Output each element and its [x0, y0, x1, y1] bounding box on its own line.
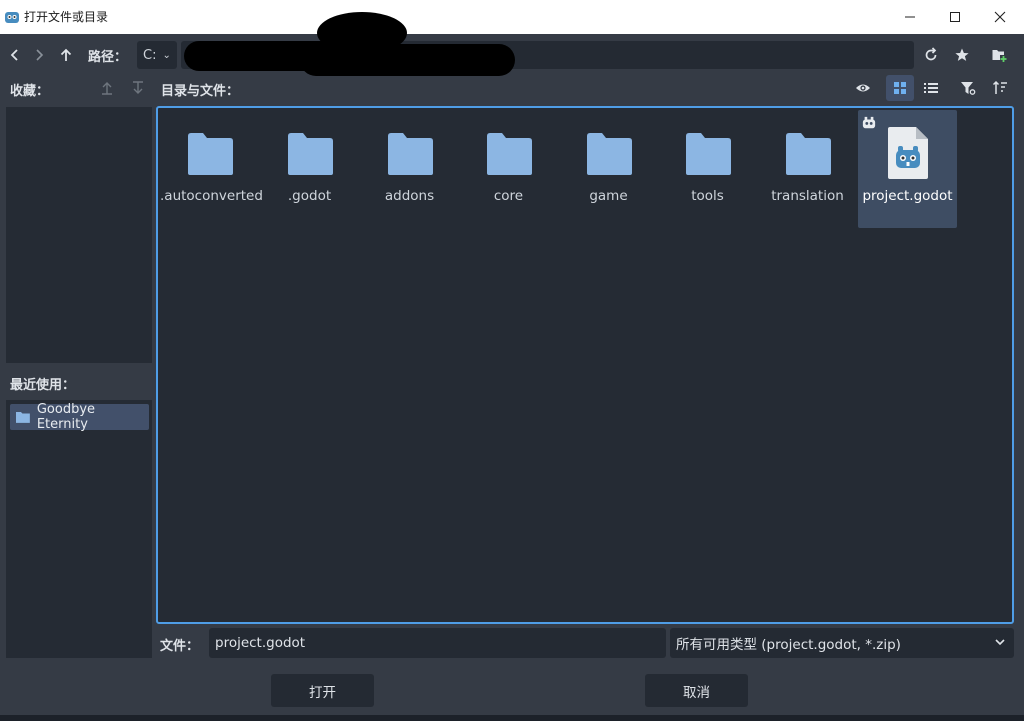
file-name: addons — [384, 188, 435, 204]
file-name: core — [493, 188, 524, 204]
list-view-button[interactable] — [922, 79, 940, 97]
file-name: translation — [771, 188, 844, 204]
file-item[interactable]: .godot — [260, 110, 359, 228]
title-bar: 打开文件或目录 — [0, 0, 1024, 34]
file-item-selected[interactable]: project.godot — [858, 110, 957, 228]
arrow-down-icon — [133, 81, 143, 94]
favorite-button[interactable] — [953, 46, 971, 64]
taskbar-edge — [0, 715, 1024, 721]
file-name: game — [589, 188, 628, 204]
favorite-star-icon — [955, 48, 969, 61]
file-name-input[interactable]: project.godot — [209, 628, 666, 658]
maximize-button[interactable] — [932, 0, 978, 34]
file-dialog: 路径： C: ⌄ 收藏： 最近使用： Goodbye Eternity 目录与文… — [0, 12, 1024, 721]
drive-value: C: — [143, 47, 157, 63]
path-label: 路径： — [88, 50, 128, 65]
folder-icon — [16, 412, 30, 423]
open-button-label: 打开 — [309, 684, 336, 701]
recent-label: 最近使用： — [10, 378, 76, 393]
up-directory-button[interactable] — [57, 46, 75, 64]
file-name: .autoconverted — [160, 188, 263, 204]
recent-item-label: Goodbye Eternity — [36, 402, 96, 432]
chevron-down-icon: ⌄ — [162, 49, 171, 61]
sort-icon — [992, 80, 1007, 94]
back-button[interactable] — [6, 46, 24, 64]
favorites-list[interactable] — [6, 107, 152, 363]
folder-icon — [587, 133, 632, 175]
arrow-up-icon — [102, 82, 112, 95]
forward-icon — [36, 49, 44, 61]
close-button[interactable] — [977, 0, 1023, 34]
favorites-label: 收藏： — [10, 84, 50, 99]
file-label: 文件： — [160, 639, 200, 654]
recent-item[interactable]: Goodbye Eternity — [10, 402, 149, 432]
filter-button[interactable] — [959, 79, 977, 97]
back-icon — [10, 49, 18, 61]
new-folder-icon — [992, 50, 1007, 62]
drive-select[interactable]: C: ⌄ — [137, 41, 177, 69]
grid-view-icon — [894, 82, 906, 94]
refresh-icon — [925, 47, 937, 61]
file-item[interactable]: game — [559, 110, 658, 228]
file-name-value: project.godot — [215, 635, 306, 651]
folder-icon — [686, 133, 731, 175]
list-view-icon — [924, 83, 938, 93]
eye-icon — [856, 84, 870, 92]
file-grid[interactable]: .autoconverted .godot addons core game t… — [156, 106, 1014, 624]
window-title: 打开文件或目录 — [24, 10, 109, 24]
sort-button[interactable] — [991, 79, 1009, 97]
cancel-button[interactable]: 取消 — [645, 674, 748, 707]
folder-icon — [188, 133, 233, 175]
files-label: 目录与文件： — [161, 84, 240, 99]
file-item[interactable]: core — [459, 110, 558, 228]
filter-icon — [961, 82, 976, 95]
forward-button[interactable] — [30, 46, 48, 64]
minimize-icon — [905, 16, 915, 18]
folder-icon — [288, 133, 333, 175]
file-type-filter-select[interactable]: 所有可用类型 (project.godot, *.zip) — [670, 628, 1014, 658]
minimize-button[interactable] — [887, 0, 933, 34]
cancel-button-label: 取消 — [683, 684, 710, 701]
file-name: project.godot — [862, 188, 953, 204]
up-icon — [60, 48, 72, 61]
toggle-hidden-button[interactable] — [854, 79, 872, 97]
file-name: tools — [691, 188, 724, 204]
new-folder-button[interactable] — [990, 46, 1008, 64]
godot-icon — [5, 12, 19, 23]
close-icon — [994, 11, 1006, 23]
grid-view-button[interactable] — [886, 75, 914, 101]
file-item[interactable]: addons — [360, 110, 459, 228]
file-item[interactable]: tools — [658, 110, 757, 228]
recent-list[interactable]: Goodbye Eternity — [6, 400, 152, 658]
refresh-button[interactable] — [922, 46, 940, 64]
file-item[interactable]: translation — [758, 110, 857, 228]
folder-icon — [487, 133, 532, 175]
godot-badge-icon — [862, 116, 876, 129]
move-favorite-down-button[interactable] — [130, 80, 146, 96]
maximize-icon — [950, 12, 960, 22]
move-favorite-up-button[interactable] — [99, 80, 115, 96]
folder-icon — [388, 133, 433, 175]
file-name: .godot — [287, 188, 332, 204]
open-button[interactable]: 打开 — [271, 674, 374, 707]
folder-icon — [786, 133, 831, 175]
redaction-mark — [317, 12, 407, 54]
chevron-down-icon — [995, 639, 1005, 646]
file-item[interactable]: .autoconverted — [160, 110, 263, 228]
godot-project-file-icon — [888, 127, 928, 179]
filter-value: 所有可用类型 (project.godot, *.zip) — [676, 637, 901, 653]
